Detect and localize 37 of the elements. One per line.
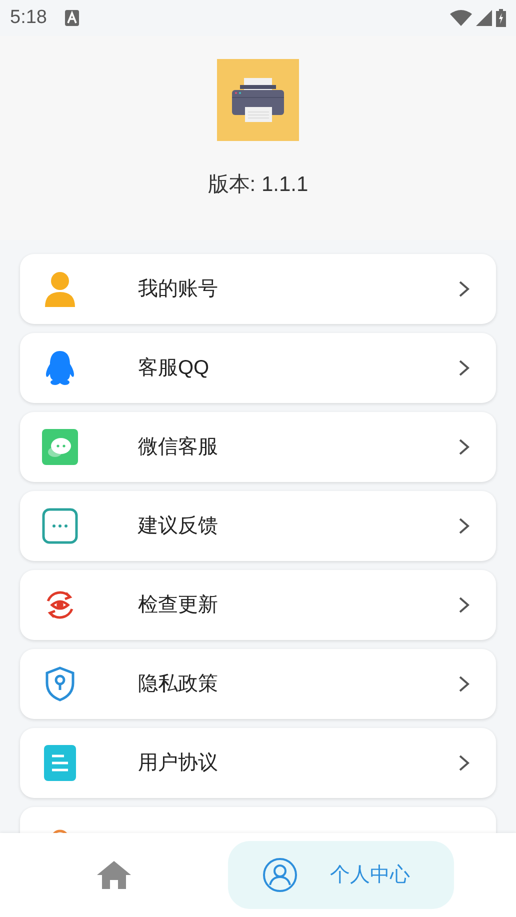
menu-row[interactable]: 微信客服	[20, 412, 496, 482]
menu-label: 检查更新	[138, 593, 219, 618]
nav-label: 个人中心	[330, 863, 410, 888]
menu-label: 隐私政策	[138, 672, 219, 697]
menu-label: 客服QQ	[138, 356, 210, 381]
wifi-icon	[450, 10, 472, 26]
menu-row[interactable]: 用户协议	[20, 728, 496, 798]
menu-label: 我的账号	[138, 277, 219, 302]
battery-icon	[496, 9, 506, 27]
menu-row[interactable]: 建议反馈	[20, 491, 496, 561]
dots-box-icon	[42, 508, 78, 544]
chevron-right-icon	[458, 438, 470, 456]
menu-label: 用户协议	[138, 751, 219, 776]
menu-row[interactable]: 检查更新	[20, 570, 496, 640]
home-icon	[96, 860, 132, 890]
chevron-right-icon	[458, 280, 470, 298]
menu-label: 微信客服	[138, 435, 219, 460]
shield-icon	[44, 666, 76, 702]
menu-row[interactable]: 我的账号	[20, 254, 496, 324]
person-icon	[44, 271, 76, 307]
profile-icon	[262, 857, 298, 893]
menu-label: 建议反馈	[138, 514, 219, 539]
document-icon	[44, 745, 76, 781]
chevron-right-icon	[458, 517, 470, 535]
status-time: 5:18	[10, 6, 47, 30]
menu-row[interactable]: 隐私政策	[20, 649, 496, 719]
chat-bubble-icon	[42, 429, 78, 465]
version-text: 版本: 1.1.1	[208, 172, 308, 198]
notification-icon	[64, 10, 79, 26]
penguin-icon	[43, 350, 77, 386]
menu-row[interactable]: 客服QQ	[20, 333, 496, 403]
refresh-eye-icon	[44, 589, 76, 621]
chevron-right-icon	[458, 754, 470, 772]
signal-icon	[476, 10, 492, 26]
chevron-right-icon	[458, 359, 470, 377]
chevron-right-icon	[458, 596, 470, 614]
chevron-right-icon	[458, 675, 470, 693]
